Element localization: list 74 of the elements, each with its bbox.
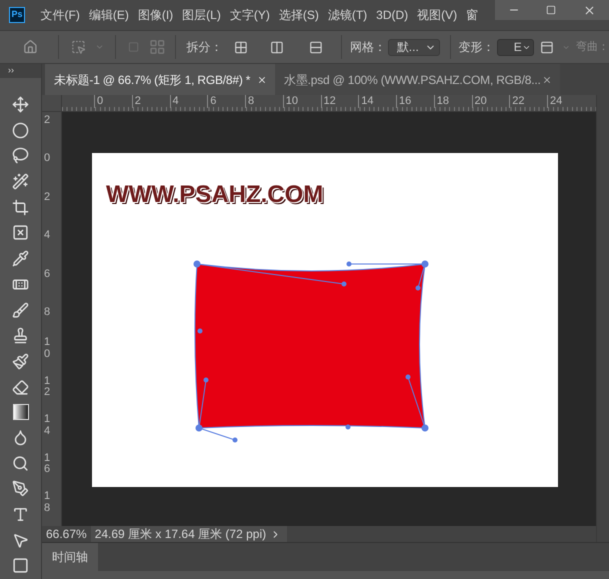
gradient-icon[interactable] bbox=[12, 404, 28, 420]
pointer-icon[interactable] bbox=[12, 532, 29, 549]
warp-label: 变形： bbox=[458, 39, 495, 56]
split-grid-icon[interactable] bbox=[234, 40, 248, 54]
menu-item[interactable]: 图像(I) bbox=[133, 6, 178, 24]
ruler-label: 12 bbox=[320, 95, 336, 108]
home-icon[interactable] bbox=[23, 39, 38, 55]
ruler-label: 4 bbox=[170, 95, 179, 108]
ruler-label: 18 bbox=[434, 95, 449, 108]
ruler-label: 8 bbox=[44, 307, 50, 319]
menu-item[interactable]: 3D(D) bbox=[372, 6, 413, 24]
ruler-label: 10 bbox=[44, 337, 50, 360]
ellipse-select-icon[interactable] bbox=[12, 122, 29, 139]
ruler-label: 18 bbox=[44, 491, 50, 514]
crop-icon[interactable] bbox=[12, 198, 29, 216]
menu-item[interactable]: 选择(S) bbox=[274, 6, 324, 24]
menu-item[interactable]: 滤镜(T) bbox=[323, 6, 372, 24]
ruler-label: 24 bbox=[547, 95, 562, 108]
canvas-text: WWW.PSAHZ.COM bbox=[106, 180, 324, 210]
vertical-scrollbar[interactable] bbox=[596, 95, 609, 542]
rectangle-icon[interactable] bbox=[12, 557, 29, 574]
menu-item[interactable]: 图层(L) bbox=[178, 6, 226, 24]
menu-item[interactable]: 窗 bbox=[462, 6, 483, 24]
warp-dropdown[interactable]: E bbox=[496, 38, 534, 56]
grid-dropdown[interactable]: 默... bbox=[388, 38, 440, 56]
ruler-label: 12 bbox=[44, 376, 50, 399]
panel-icon[interactable] bbox=[540, 40, 554, 54]
ruler-label: 0 bbox=[94, 95, 104, 108]
frame-icon[interactable] bbox=[12, 224, 29, 242]
eraser-icon[interactable] bbox=[12, 378, 29, 396]
droplet-icon[interactable] bbox=[12, 428, 29, 446]
ruler-label: 6 bbox=[207, 95, 216, 108]
document-tab[interactable]: 水墨.psd @ 100% (WWW.PSAHZ.COM, RGB/8... bbox=[275, 64, 560, 95]
stamp-icon[interactable] bbox=[12, 327, 29, 344]
split-vertical-icon[interactable] bbox=[270, 40, 284, 54]
ruler-label: 14 bbox=[44, 414, 50, 438]
menu-item[interactable]: 文件(F) bbox=[36, 6, 84, 24]
ruler-label: 2 bbox=[44, 192, 50, 204]
move-icon[interactable] bbox=[12, 96, 29, 113]
ruler-label: 22 bbox=[509, 95, 524, 108]
split-horizontal-icon[interactable] bbox=[309, 40, 323, 54]
maximize-icon[interactable] bbox=[546, 5, 556, 15]
close-tab-icon[interactable] bbox=[257, 74, 267, 84]
menu-item[interactable]: 文字(Y) bbox=[225, 6, 274, 24]
close-tab-icon[interactable] bbox=[542, 74, 552, 84]
grid-label: 网格： bbox=[350, 39, 386, 56]
ruler-label: 20 bbox=[472, 95, 487, 108]
lasso-icon[interactable] bbox=[12, 147, 29, 164]
timeline-tab[interactable]: 时间轴 bbox=[42, 543, 98, 571]
ruler-label: 0 bbox=[44, 153, 50, 165]
pen-icon[interactable] bbox=[12, 480, 29, 498]
close-icon[interactable] bbox=[582, 4, 596, 16]
eyedropper-icon[interactable] bbox=[12, 250, 29, 268]
ruler-label: 2 bbox=[132, 95, 141, 108]
ruler-label: 10 bbox=[282, 95, 298, 108]
menu-item[interactable]: 编辑(E) bbox=[84, 6, 134, 24]
ruler-label: 2 bbox=[44, 115, 50, 127]
menu-item[interactable]: 视图(V) bbox=[412, 6, 462, 24]
ruler-label: 4 bbox=[44, 230, 50, 242]
app-logo: Ps bbox=[9, 7, 25, 23]
zoom-level[interactable]: 66.67% bbox=[42, 525, 91, 543]
panel-toggle[interactable]: ›› bbox=[0, 64, 41, 78]
brush-icon[interactable] bbox=[12, 302, 29, 318]
ruler-label: 16 bbox=[44, 452, 50, 476]
type-icon[interactable] bbox=[12, 506, 29, 523]
ruler-label: 14 bbox=[358, 95, 374, 108]
ruler-label: 8 bbox=[245, 95, 254, 108]
vector-shape-drawing[interactable] bbox=[194, 260, 428, 442]
ruler-label: 6 bbox=[44, 268, 50, 280]
magic-wand-icon[interactable] bbox=[12, 173, 29, 190]
document-size: 24.69 厘米 x 17.64 厘米 (72 ppi) bbox=[94, 526, 266, 543]
document-tab[interactable]: 未标题-1 @ 66.7% (矩形 1, RGB/8#) * bbox=[45, 64, 275, 95]
ruler-label: 16 bbox=[396, 95, 412, 108]
split-label: 拆分： bbox=[186, 39, 222, 56]
